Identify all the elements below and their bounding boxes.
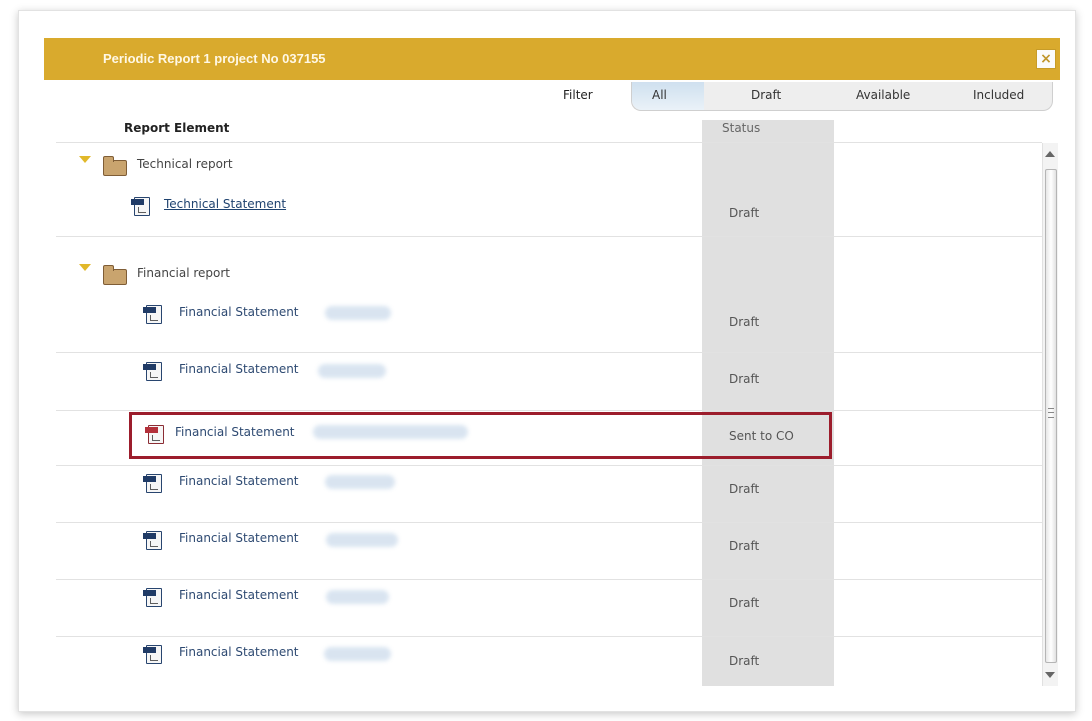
screenshot-frame <box>18 10 1076 712</box>
pdf-document-icon <box>143 474 162 493</box>
tab-included[interactable]: Included <box>973 88 1024 102</box>
row-divider <box>56 142 1042 143</box>
row-divider <box>56 579 1042 580</box>
row-divider <box>56 352 1042 353</box>
grip-icon <box>1048 408 1054 418</box>
technical-statement-link[interactable]: Technical Statement <box>164 197 286 211</box>
status-label: Draft <box>729 372 760 386</box>
chevron-down-icon[interactable] <box>79 156 91 163</box>
pdf-document-icon <box>145 425 164 444</box>
folder-icon <box>103 265 127 285</box>
scroll-down-icon[interactable] <box>1045 672 1055 678</box>
folder-label: Technical report <box>137 157 233 171</box>
file-label[interactable]: Financial Statement <box>179 362 299 376</box>
pdf-document-icon <box>143 645 162 664</box>
status-label: Draft <box>729 654 760 668</box>
folder-icon <box>103 156 127 176</box>
vertical-scrollbar[interactable] <box>1042 143 1058 686</box>
status-column-background <box>702 120 834 686</box>
pdf-document-icon <box>131 197 150 216</box>
file-label[interactable]: Financial Statement <box>179 588 299 602</box>
report-element-column-header: Report Element <box>124 121 230 135</box>
tab-all[interactable]: All <box>652 88 667 102</box>
pdf-document-icon <box>143 305 162 324</box>
tab-draft[interactable]: Draft <box>751 88 781 102</box>
pdf-document-icon <box>143 531 162 550</box>
status-label: Draft <box>729 315 760 329</box>
dialog-title-bar: Periodic Report 1 project No 037155 × <box>44 38 1060 80</box>
status-label: Sent to CO <box>729 429 794 443</box>
row-divider <box>56 636 1042 637</box>
status-label: Draft <box>729 596 760 610</box>
scroll-thumb[interactable] <box>1045 169 1057 663</box>
file-label[interactable]: Financial Statement <box>175 425 295 439</box>
file-label[interactable]: Financial Statement <box>179 531 299 545</box>
close-icon: × <box>1040 51 1052 67</box>
row-divider <box>56 522 1042 523</box>
redacted-text <box>324 647 391 661</box>
pdf-document-icon <box>143 362 162 381</box>
redacted-text <box>325 306 391 320</box>
filter-tabs: All Draft Available Included <box>631 82 1053 111</box>
pdf-document-icon <box>143 588 162 607</box>
tab-all-active-background <box>632 82 704 110</box>
tab-available[interactable]: Available <box>856 88 910 102</box>
folder-label: Financial report <box>137 266 231 280</box>
row-divider <box>56 465 1042 466</box>
redacted-text <box>326 533 398 547</box>
file-label[interactable]: Financial Statement <box>179 645 299 659</box>
scroll-up-icon[interactable] <box>1045 151 1055 157</box>
status-label: Draft <box>729 482 760 496</box>
dialog-title: Periodic Report 1 project No 037155 <box>103 51 326 66</box>
file-label[interactable]: Financial Statement <box>179 305 299 319</box>
redacted-text <box>325 475 395 489</box>
row-divider <box>56 410 1042 411</box>
filter-label: Filter <box>563 88 593 102</box>
file-label[interactable]: Financial Statement <box>179 474 299 488</box>
close-button[interactable]: × <box>1036 49 1056 69</box>
chevron-down-icon[interactable] <box>79 264 91 271</box>
redacted-text <box>318 364 386 378</box>
status-column-header: Status <box>722 121 761 135</box>
status-label: Draft <box>729 539 760 553</box>
redacted-text <box>326 590 389 604</box>
redacted-text <box>313 425 468 439</box>
status-label: Draft <box>729 206 760 220</box>
row-divider <box>56 236 1042 237</box>
